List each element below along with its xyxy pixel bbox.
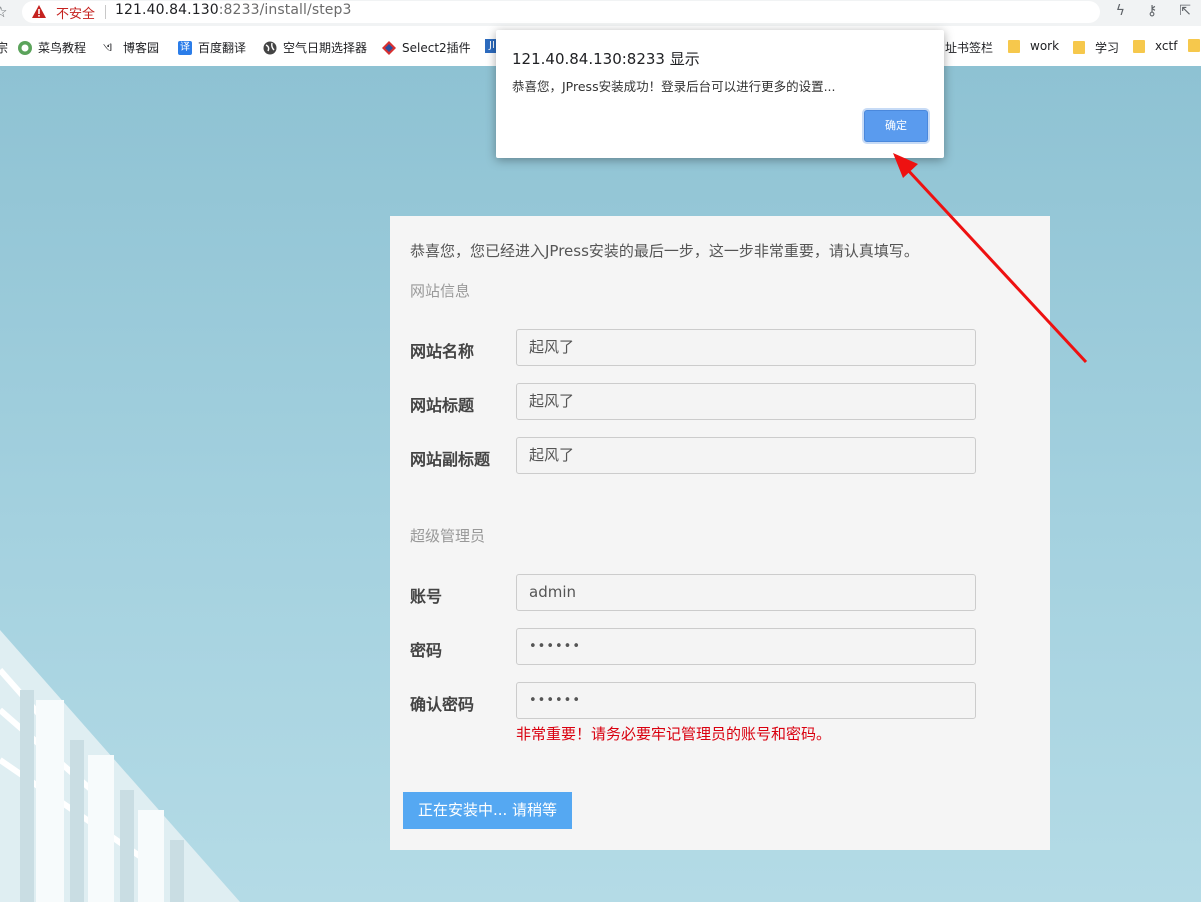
select2-icon xyxy=(382,40,396,55)
bookmark-label: xctf xyxy=(1155,39,1178,53)
confirm-password-input[interactable]: •••••• xyxy=(516,682,976,719)
bookmark-item[interactable]: 空气日期选择器 xyxy=(263,39,367,56)
site-title-label: 网站标题 xyxy=(410,396,475,415)
folder-icon xyxy=(1188,39,1200,52)
bookmark-item[interactable]: 译 百度翻译 xyxy=(178,39,246,56)
bookmark-folder[interactable]: work xyxy=(1008,39,1059,53)
bookmark-label: Select2插件 xyxy=(402,41,471,55)
share-icon[interactable]: ⇱ xyxy=(1179,3,1191,19)
folder-icon xyxy=(1073,41,1085,54)
bookmark-label: 博客园 xyxy=(123,41,160,55)
bookmark-item[interactable]: 菜鸟教程 xyxy=(18,39,86,56)
bookmark-folder[interactable] xyxy=(1188,39,1200,52)
dialog-message: 恭喜您，JPress安装成功！登录后台可以进行更多的设置... xyxy=(512,79,836,94)
translate-icon: 译 xyxy=(178,40,192,55)
site-subtitle-input[interactable]: 起风了 xyxy=(516,437,976,474)
cnblogs-icon: ଏ xyxy=(103,39,113,55)
site-title-input[interactable]: 起风了 xyxy=(516,383,976,420)
toolbar-icons: ϟ ⚷ ⇱ xyxy=(1116,3,1201,19)
bookmark-folder[interactable]: 学习 xyxy=(1073,39,1119,56)
site-subtitle-label: 网站副标题 xyxy=(410,450,491,469)
bookmark-label: work xyxy=(1030,39,1060,53)
address-bar: ☆ 不安全 121.40.84.130:8233/install/step3 ϟ… xyxy=(0,0,1201,26)
bookmark-truncated[interactable]: 宗 xyxy=(0,39,8,56)
account-input[interactable]: admin xyxy=(516,574,976,611)
omnibox[interactable]: 不安全 121.40.84.130:8233/install/step3 xyxy=(22,1,1100,23)
bookmark-label: 学习 xyxy=(1095,41,1120,55)
admin-heading: 超级管理员 xyxy=(410,527,486,545)
dialog-title: 121.40.84.130:8233 显示 xyxy=(512,50,700,68)
install-button[interactable]: 正在安装中... 请稍等 xyxy=(403,792,572,829)
url-text[interactable]: 121.40.84.130:8233/install/step3 xyxy=(115,2,352,18)
building-image xyxy=(0,630,240,902)
bookmark-item[interactable]: ଏ 博客园 xyxy=(103,39,159,56)
account-label: 账号 xyxy=(410,587,443,606)
site-name-input[interactable]: 起风了 xyxy=(516,329,976,366)
credentials-warning: 非常重要！请务必要牢记管理员的账号和密码。 xyxy=(516,725,832,743)
url-host: 121.40.84.130 xyxy=(115,2,219,18)
warning-icon xyxy=(32,5,46,18)
site-info-heading: 网站信息 xyxy=(410,282,471,300)
site-name-label: 网站名称 xyxy=(410,342,475,361)
bookmark-label: 菜鸟教程 xyxy=(38,41,87,55)
folder-icon xyxy=(1133,39,1145,53)
bookmark-label: 百度翻译 xyxy=(198,41,247,55)
intro-text: 恭喜您，您已经进入JPress安装的最后一步，这一步非常重要，请认真填写。 xyxy=(410,242,919,260)
runoob-icon xyxy=(18,40,32,55)
globe-icon xyxy=(263,41,277,54)
password-label: 密码 xyxy=(410,641,443,660)
password-input[interactable]: •••••• xyxy=(516,628,976,665)
folder-icon xyxy=(1008,39,1020,53)
bookmark-item[interactable]: Select2插件 xyxy=(382,39,471,56)
url-path: :8233/install/step3 xyxy=(218,2,352,18)
security-label[interactable]: 不安全 xyxy=(56,3,95,22)
lightning-icon[interactable]: ϟ xyxy=(1116,3,1125,19)
omnibox-separator xyxy=(105,5,106,19)
bookmark-folder[interactable]: xctf xyxy=(1133,39,1177,53)
bookmark-label: 空气日期选择器 xyxy=(283,41,368,55)
confirm-password-label: 确认密码 xyxy=(410,695,475,714)
alert-dialog: 121.40.84.130:8233 显示 恭喜您，JPress安装成功！登录后… xyxy=(496,30,944,158)
bookmark-item[interactable]: 址书签栏 xyxy=(945,39,993,56)
bookmark-label: 址书签栏 xyxy=(945,41,994,55)
ok-button[interactable]: 确定 xyxy=(864,110,928,142)
install-form-panel: 恭喜您，您已经进入JPress安装的最后一步，这一步非常重要，请认真填写。 网站… xyxy=(390,216,1050,850)
key-icon[interactable]: ⚷ xyxy=(1147,3,1157,19)
star-icon[interactable]: ☆ xyxy=(0,3,7,21)
